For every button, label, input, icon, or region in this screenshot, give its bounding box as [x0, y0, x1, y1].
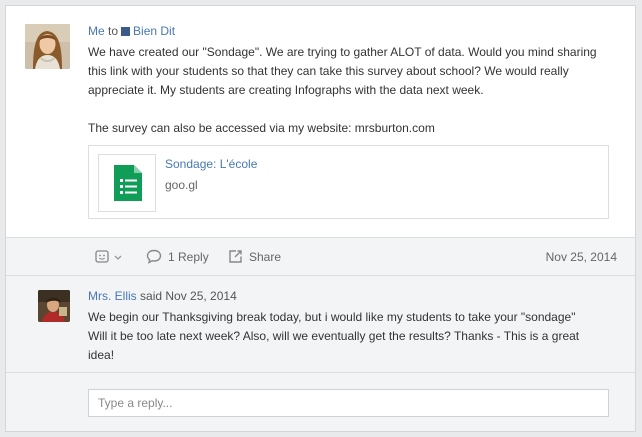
reply-body: We begin our Thanksgiving break today, b…: [88, 310, 580, 362]
reply-date: said Nov 25, 2014: [140, 289, 237, 303]
reply-header: Mrs. Ellis said Nov 25, 2014: [88, 289, 237, 304]
recipient-name[interactable]: Bien Dit: [133, 24, 175, 38]
attachment-title[interactable]: Sondage: L'école: [165, 157, 257, 172]
action-bar: 1 Reply Share Nov 25, 2014: [6, 237, 635, 276]
reply-composer: [6, 373, 635, 431]
reply-author[interactable]: Mrs. Ellis: [88, 289, 137, 303]
post-paragraph: The survey can also be accessed via my w…: [88, 121, 435, 135]
post-paragraph: We have created our "Sondage". We are tr…: [88, 45, 597, 97]
share-icon: [229, 250, 242, 263]
reply-avatar[interactable]: [38, 290, 70, 322]
reply-count[interactable]: 1 Reply: [168, 250, 209, 264]
reply-item: Mrs. Ellis said Nov 25, 2014 We begin ou…: [6, 276, 635, 373]
reply-input[interactable]: [88, 389, 609, 417]
chevron-down-icon: [114, 255, 122, 260]
share-button[interactable]: Share: [228, 238, 281, 275]
post-header: Me to Bien Dit: [88, 24, 175, 39]
group-square-icon: [121, 27, 131, 36]
attachment-url: goo.gl: [165, 178, 198, 192]
speech-bubble-icon: [146, 249, 162, 264]
sender-name[interactable]: Me: [88, 24, 105, 38]
post-date: Nov 25, 2014: [545, 249, 617, 264]
to-word: to: [108, 24, 119, 38]
message-card: Me to Bien Dit We have created our "Sonda…: [5, 5, 636, 432]
post: Me to Bien Dit We have created our "Sonda…: [6, 6, 635, 237]
react-button[interactable]: [95, 238, 124, 275]
link-attachment[interactable]: Sondage: L'école goo.gl: [88, 145, 609, 219]
share-label[interactable]: Share: [249, 250, 281, 264]
reply-button[interactable]: 1 Reply: [146, 238, 209, 275]
smiley-icon: [95, 249, 109, 263]
sender-avatar[interactable]: [25, 24, 70, 69]
google-forms-icon[interactable]: [98, 154, 156, 212]
post-body: We have created our "Sondage". We are tr…: [88, 43, 618, 138]
